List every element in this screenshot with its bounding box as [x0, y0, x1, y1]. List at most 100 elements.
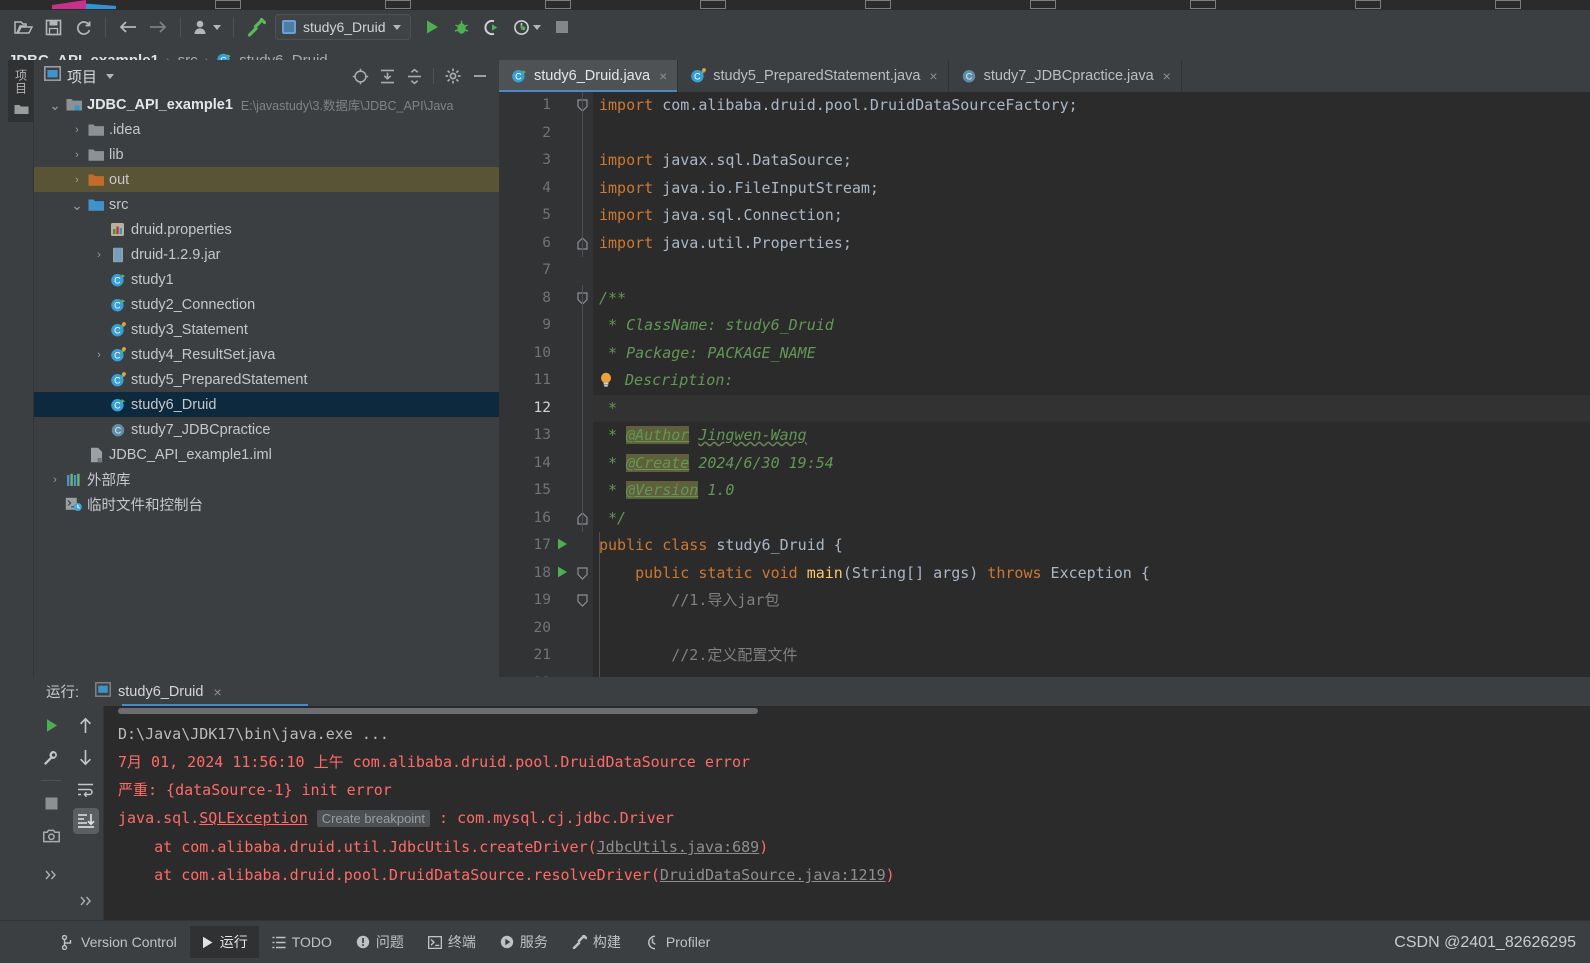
more-icon[interactable]	[38, 862, 64, 888]
wrench-settings-icon[interactable]	[38, 745, 64, 771]
gutter-run-icon[interactable]	[557, 538, 571, 553]
sync-icon[interactable]	[68, 13, 98, 41]
rerun-icon[interactable]	[38, 712, 64, 738]
code-line[interactable]: //1.导入jar包	[593, 587, 1590, 615]
camera-snapshot-icon[interactable]	[38, 823, 64, 849]
status-bar-item--[interactable]: 构建	[561, 926, 632, 958]
gutter-row[interactable]: 18	[499, 560, 571, 588]
status-bar-item-version-control[interactable]: Version Control	[50, 928, 188, 956]
stacktrace-link[interactable]: DruidDataSource.java:1219	[660, 866, 886, 884]
tree-node-study6-druid[interactable]: Cstudy6_Druid	[34, 392, 499, 417]
more-icon[interactable]	[73, 888, 99, 914]
code-line[interactable]: * ClassName: study6_Druid	[593, 312, 1590, 340]
gutter-row[interactable]: 13	[499, 422, 571, 450]
gutter-row[interactable]: 6	[499, 230, 571, 258]
run-with-coverage-icon[interactable]	[477, 13, 507, 41]
code-line[interactable]: //2.定义配置文件	[593, 642, 1590, 670]
editor-tab-study6-druid-java[interactable]: Cstudy6_Druid.java ×	[499, 60, 679, 92]
gutter-row[interactable]: 5	[499, 202, 571, 230]
chevron-down-icon[interactable]: ⌄	[46, 98, 64, 112]
code-line[interactable]: import java.io.FileInputStream;	[593, 175, 1590, 203]
collapse-all-icon[interactable]	[402, 64, 426, 88]
chevron-right-icon[interactable]: ›	[46, 474, 64, 486]
status-bar-item--[interactable]: 问题	[345, 926, 415, 958]
editor-gutter[interactable]: 1234567891011121314151617181920212223	[499, 92, 571, 720]
status-bar-item--[interactable]: 终端	[417, 926, 487, 958]
gutter-row[interactable]: 21	[499, 642, 571, 670]
close-icon[interactable]: ×	[929, 68, 937, 84]
code-line[interactable]: * Package: PACKAGE_NAME	[593, 340, 1590, 368]
chevron-right-icon[interactable]: ›	[90, 249, 108, 261]
tree-node-study2-connection[interactable]: Cstudy2_Connection	[34, 292, 499, 317]
tree-node-study7-jdbcpractice[interactable]: Cstudy7_JDBCpractice	[34, 417, 499, 442]
code-line[interactable]: /**	[593, 285, 1590, 313]
gutter-row[interactable]: 17	[499, 532, 571, 560]
run-icon[interactable]	[417, 13, 447, 41]
gutter-row[interactable]: 11	[499, 367, 571, 395]
status-bar-item--[interactable]: 运行	[189, 926, 259, 958]
status-bar-item-profiler[interactable]: Profiler	[634, 928, 721, 956]
tree-node-study1[interactable]: Cstudy1	[34, 267, 499, 292]
close-icon[interactable]: ×	[1163, 68, 1171, 84]
code-line[interactable]: Description:	[593, 367, 1590, 395]
scroll-to-end-icon[interactable]	[72, 808, 99, 834]
code-line[interactable]: import java.sql.Connection;	[593, 202, 1590, 230]
code-line[interactable]	[593, 120, 1590, 148]
fold-marker[interactable]	[571, 504, 593, 532]
status-bar-item--[interactable]: 服务	[489, 926, 559, 958]
debug-icon[interactable]	[447, 13, 477, 41]
fold-marker[interactable]	[571, 587, 593, 615]
tree-node-study4-resultset-java[interactable]: › Cstudy4_ResultSet.java	[34, 342, 499, 367]
intention-bulb-icon[interactable]	[599, 370, 616, 398]
build-hammer-icon[interactable]	[241, 13, 271, 41]
sidebar-item-project[interactable]: 项目	[8, 65, 34, 99]
gutter-row[interactable]: 1	[499, 92, 571, 120]
chevron-right-icon[interactable]: ›	[68, 149, 86, 161]
project-tree[interactable]: ⌄ JDBC_API_example1 E:\javastudy\3.数据库\JDB…	[34, 92, 499, 704]
gutter-row[interactable]: 8	[499, 285, 571, 313]
editor-code-column[interactable]: import com.alibaba.druid.pool.DruidDataS…	[593, 92, 1590, 720]
folder-icon[interactable]	[8, 99, 34, 119]
gutter-row[interactable]: 10	[499, 340, 571, 368]
editor-fold-column[interactable]	[571, 92, 593, 720]
exception-link[interactable]: SQLException	[199, 809, 307, 827]
tree-node-jdbc-api-example1[interactable]: ⌄ JDBC_API_example1 E:\javastudy\3.数据库\JDB…	[34, 92, 499, 117]
gutter-row[interactable]: 19	[499, 587, 571, 615]
fold-marker[interactable]	[571, 560, 593, 588]
hide-panel-icon[interactable]	[468, 64, 492, 88]
gutter-row[interactable]: 16	[499, 505, 571, 533]
tree-node-druid-1-2-9-jar[interactable]: › druid-1.2.9.jar	[34, 242, 499, 267]
chevron-down-icon[interactable]	[106, 73, 115, 79]
select-opened-file-icon[interactable]	[348, 64, 372, 88]
chevron-right-icon[interactable]: ›	[68, 174, 86, 186]
tree-node--[interactable]: › 外部库	[34, 467, 499, 492]
gutter-run-icon[interactable]	[557, 566, 571, 581]
tree-node-out[interactable]: › out	[34, 167, 499, 192]
tree-node-druid-properties[interactable]: druid.properties	[34, 217, 499, 242]
tree-node-lib[interactable]: › lib	[34, 142, 499, 167]
up-arrow-icon[interactable]	[73, 712, 99, 738]
editor-tab-study7-jdbcpractice-java[interactable]: Cstudy7_JDBCpractice.java ×	[949, 60, 1182, 92]
code-line[interactable]	[593, 257, 1590, 285]
tree-node--[interactable]: 临时文件和控制台	[34, 492, 499, 517]
editor-tab-study5-preparedstatement-java[interactable]: Cstudy5_PreparedStatement.java ×	[678, 60, 949, 92]
code-line[interactable]: public class study6_Druid {	[593, 532, 1590, 560]
close-icon[interactable]: ×	[213, 684, 221, 700]
tree-node-study3-statement[interactable]: Cstudy3_Statement	[34, 317, 499, 342]
back-arrow-icon[interactable]	[113, 13, 143, 41]
vcs-user-icon[interactable]	[188, 13, 226, 41]
code-line[interactable]: *	[593, 394, 1590, 422]
code-line[interactable]	[593, 615, 1590, 643]
code-line[interactable]: import java.util.Properties;	[593, 230, 1590, 258]
profile-icon[interactable]	[507, 13, 547, 41]
tree-node--idea[interactable]: › .idea	[34, 117, 499, 142]
gutter-row[interactable]: 3	[499, 147, 571, 175]
run-configuration-selector[interactable]: study6_Druid	[275, 14, 411, 40]
code-line[interactable]: public static void main(String[] args) t…	[593, 560, 1590, 588]
gutter-row[interactable]: 15	[499, 477, 571, 505]
down-arrow-icon[interactable]	[73, 744, 99, 770]
chevron-right-icon[interactable]: ›	[90, 349, 108, 361]
chevron-down-icon[interactable]: ⌄	[68, 198, 86, 212]
soft-wrap-icon[interactable]	[73, 776, 99, 802]
tree-node-src[interactable]: ⌄ src	[34, 192, 499, 217]
